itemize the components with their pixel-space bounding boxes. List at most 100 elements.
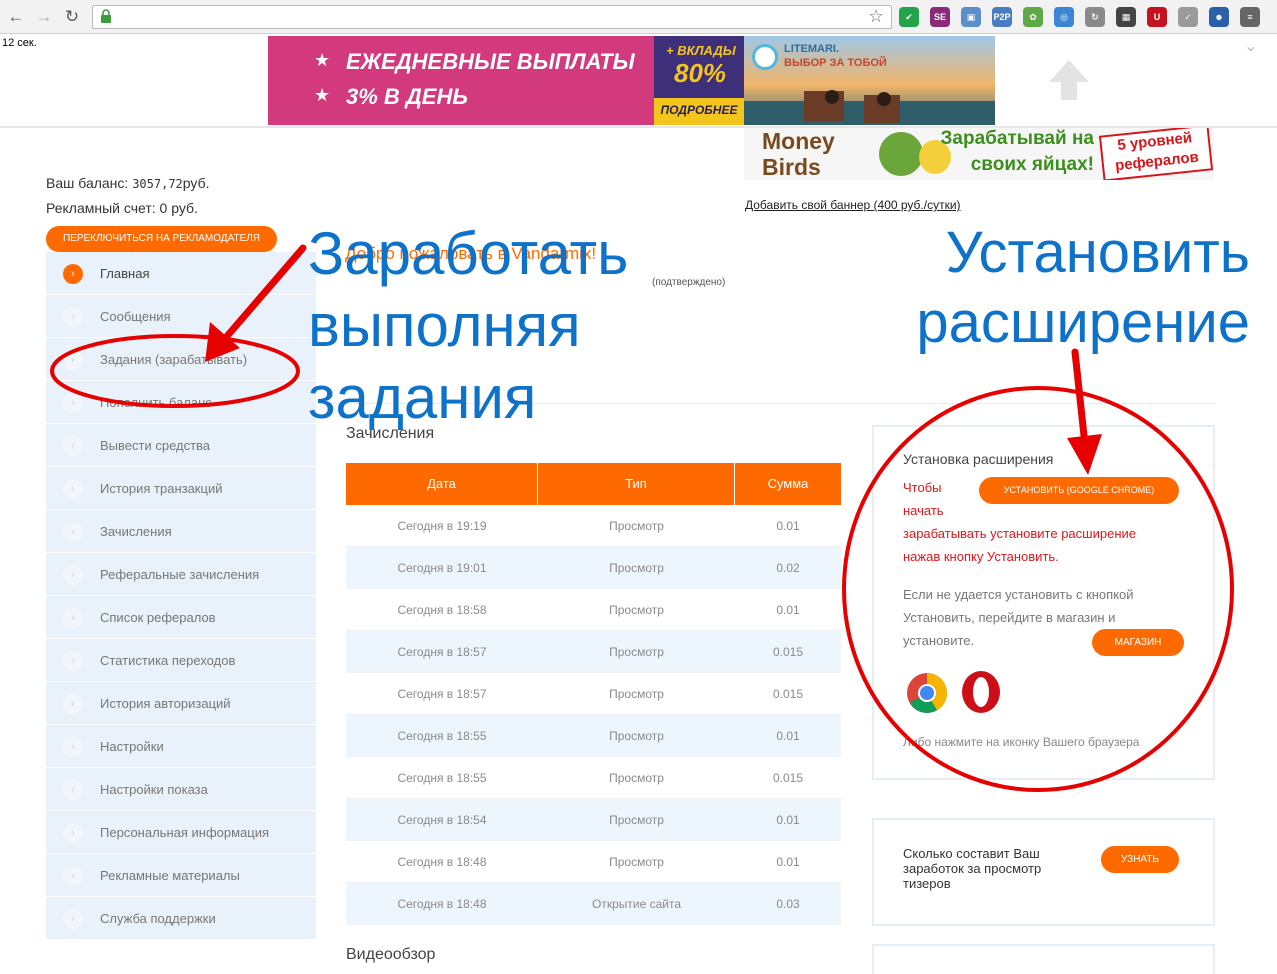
chevron-right-icon: › <box>63 651 83 671</box>
ad-banner-money-birds[interactable]: Money Birds Зарабатывай на своих яйцах! … <box>744 128 1214 180</box>
timer-text: 12 сек. <box>2 37 37 49</box>
column-header-date[interactable]: Дата <box>346 463 538 505</box>
chrome-icon[interactable] <box>906 672 948 714</box>
chevron-right-icon: › <box>63 608 83 628</box>
cell-amount: 0.02 <box>776 561 800 575</box>
add-banner-link[interactable]: Добавить свой баннер (400 руб./сутки) <box>745 198 961 212</box>
sidebar-nav: › Главная › Сообщения › Задания (зарабатывать… <box>46 252 316 940</box>
ad1-badge-text: + ВКЛАДЫ <box>666 43 736 58</box>
cell-date: Сегодня в 18:54 <box>397 813 487 827</box>
column-header-type[interactable]: Тип <box>538 463 735 505</box>
globe-icon[interactable]: ◎ <box>1054 7 1074 27</box>
cell-type: Просмотр <box>609 645 664 659</box>
cell-type: Просмотр <box>609 519 664 533</box>
monitor-icon[interactable]: ▣ <box>961 7 981 27</box>
ad1-line1: ЕЖЕДНЕВНЫЕ ВЫПЛАТЫ <box>346 49 635 74</box>
opera-icon[interactable] <box>960 670 1002 714</box>
sidebar-item[interactable]: › Главная <box>46 252 316 295</box>
sidebar-item[interactable]: › История транзакций <box>46 467 316 510</box>
earnings-question: Сколько составит Ваш заработок за просмо… <box>903 846 1042 891</box>
ad-account-balance: Рекламный счет: 0 руб. <box>46 200 198 216</box>
reload-icon[interactable]: ↻ <box>62 7 82 27</box>
sidebar-item[interactable]: › Зачисления <box>46 510 316 553</box>
se-icon[interactable]: SE <box>930 7 950 27</box>
back-arrow-icon[interactable]: ← <box>6 7 26 27</box>
sidebar-item[interactable]: › Пополнить баланс <box>46 381 316 424</box>
verification-status: (подтверждено) <box>652 277 726 288</box>
extension-red-line3: зарабатывать установите расширение <box>903 526 1136 541</box>
cell-type: Просмотр <box>609 603 664 617</box>
table-row: Сегодня в 18:48 Просмотр 0.01 <box>346 841 841 883</box>
table-row: Сегодня в 18:54 Просмотр 0.01 <box>346 799 841 841</box>
sidebar-item-label: Настройки <box>100 739 164 754</box>
sidebar-item[interactable]: › Персональная информация <box>46 811 316 854</box>
chevron-right-icon: › <box>63 436 83 456</box>
leaf-icon[interactable]: ✿ <box>1023 7 1043 27</box>
cell-date: Сегодня в 19:01 <box>397 561 487 575</box>
cell-date: Сегодня в 18:55 <box>397 771 487 785</box>
address-bar[interactable] <box>92 5 892 29</box>
switch-to-advertiser-button[interactable]: ПЕРЕКЛЮЧИТЬСЯ НА РЕКЛАМОДАТЕЛЯ <box>46 226 277 252</box>
store-button[interactable]: МАГАЗИН <box>1092 629 1184 656</box>
annotation-left-line1: Заработать <box>308 220 629 287</box>
chevron-down-icon[interactable]: ⌄ <box>1244 36 1257 56</box>
ad3-brand-line2: Birds <box>762 154 821 180</box>
cell-amount: 0.015 <box>772 687 804 701</box>
cell-date: Сегодня в 18:55 <box>397 729 487 743</box>
cell-amount: 0.03 <box>776 897 800 911</box>
sidebar-item-label: Служба поддержки <box>100 911 216 926</box>
sidebar-item[interactable]: › Настройки показа <box>46 768 316 811</box>
sidebar-item[interactable]: › История авторизаций <box>46 682 316 725</box>
sidebar-item-label: Статистика переходов <box>100 653 236 668</box>
install-chrome-extension-button[interactable]: УСТАНОВИТЬ (GOOGLE CHROME) <box>979 477 1179 504</box>
sidebar-item[interactable]: › Вывести средства <box>46 424 316 467</box>
chevron-right-icon: › <box>63 350 83 370</box>
cell-type: Просмотр <box>609 855 664 869</box>
scroll-to-top-icon[interactable] <box>1045 56 1093 104</box>
annotation-earn-by-tasks: Заработать выполняя задания <box>308 218 628 434</box>
p2p-icon[interactable]: P2P <box>992 7 1012 27</box>
chevron-right-icon: › <box>63 866 83 886</box>
menu-icon[interactable]: ≡ <box>1240 7 1260 27</box>
sidebar-item[interactable]: › Задания (зарабатывать) <box>46 338 316 381</box>
u-icon[interactable]: U <box>1147 7 1167 27</box>
ad3-badge: 5 уровней рефералов <box>1098 128 1214 180</box>
bookmark-star-icon[interactable]: ☆ <box>868 6 884 27</box>
chevron-right-icon: › <box>63 522 83 542</box>
lock-icon <box>101 9 111 23</box>
ad1-more-button[interactable]: ПОДРОБНЕЕ <box>654 103 744 117</box>
table-row: Сегодня в 18:55 Просмотр 0.01 <box>346 715 841 757</box>
user-icon[interactable]: ☻ <box>1209 7 1229 27</box>
cell-date: Сегодня в 18:57 <box>397 645 487 659</box>
balance-label: Ваш баланс: <box>46 175 129 191</box>
sidebar-item[interactable]: › Реферальные зачисления <box>46 553 316 596</box>
sidebar-item[interactable]: › Настройки <box>46 725 316 768</box>
sidebar-item[interactable]: › Служба поддержки <box>46 897 316 940</box>
table-row: Сегодня в 18:48 Открытие сайта 0.03 <box>346 883 841 925</box>
litemari-logo <box>752 44 778 70</box>
learn-earnings-button[interactable]: УЗНАТЬ <box>1101 846 1179 873</box>
annotation-left-line3: задания <box>308 364 537 431</box>
balance-value: 3057,72 <box>132 177 183 191</box>
sidebar-item[interactable]: › Статистика переходов <box>46 639 316 682</box>
cell-date: Сегодня в 19:19 <box>397 519 487 533</box>
tick-icon[interactable]: ✓ <box>1178 7 1198 27</box>
table-row: Сегодня в 18:58 Просмотр 0.01 <box>346 589 841 631</box>
forward-arrow-icon[interactable]: → <box>34 7 54 27</box>
green-check-icon[interactable]: ✔ <box>899 7 919 27</box>
ad2-line2: ВЫБОР ЗА ТОБОЙ <box>784 57 887 69</box>
sidebar-item[interactable]: › Сообщения <box>46 295 316 338</box>
sidebar-item[interactable]: › Рекламные материалы <box>46 854 316 897</box>
sidebar-item-label: Сообщения <box>100 309 171 324</box>
chevron-right-icon: › <box>63 393 83 413</box>
chevron-right-icon: › <box>63 307 83 327</box>
puzzle-icon[interactable]: ▦ <box>1116 7 1136 27</box>
column-header-amount[interactable]: Сумма <box>735 463 841 505</box>
ad-banner-daily-payouts[interactable]: ★ ЕЖЕДНЕВНЫЕ ВЫПЛАТЫ ★ 3% В ДЕНЬ + ВКЛАД… <box>268 36 744 125</box>
refresh-circle-icon[interactable]: ↻ <box>1085 7 1105 27</box>
ad-banner-litemari[interactable]: LITEMARI. ВЫБОР ЗА ТОБОЙ <box>744 36 995 125</box>
extension-red-line2: начать <box>903 503 944 518</box>
sidebar-item-label: Главная <box>100 266 150 281</box>
sidebar-item[interactable]: › Список рефералов <box>46 596 316 639</box>
annotation-left-line2: выполняя <box>308 292 581 359</box>
